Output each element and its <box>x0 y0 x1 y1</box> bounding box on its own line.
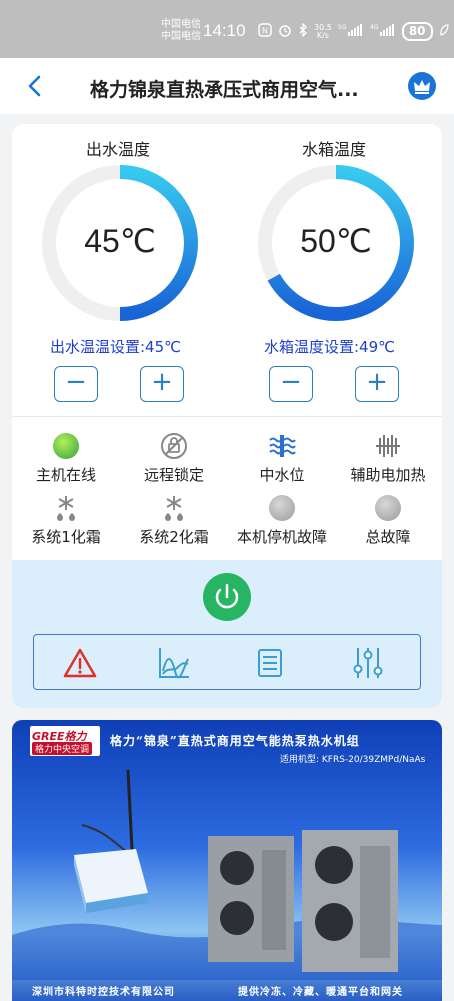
fault-dot-icon <box>269 495 295 521</box>
banner-footer-service: 提供冷冻、冷藏、暖通平台和网关 <box>238 987 403 998</box>
tank-temp-decrease-button[interactable]: − <box>269 366 313 402</box>
function-toolbar <box>33 634 421 690</box>
status-host-online: 主机在线 <box>16 430 116 485</box>
status-remote-lock: 远程锁定 <box>124 430 224 485</box>
status-unit-shutdown-fault: 本机停机故障 <box>232 492 332 547</box>
signal-5g-icon: 5G <box>338 23 364 40</box>
outlet-temp-decrease-button[interactable]: − <box>54 366 98 402</box>
online-indicator-icon <box>53 433 79 459</box>
chevron-left-icon <box>28 75 41 97</box>
curve-button[interactable] <box>156 645 192 681</box>
outlet-temp-setpoint: 出水温温设置:45℃ <box>50 338 181 356</box>
outlet-temp-label: 出水温度 <box>86 140 151 159</box>
back-button[interactable] <box>22 72 50 100</box>
carrier-labels: 中国电信 中国电信 <box>161 19 201 43</box>
net-speed: 30.5 K/s <box>314 22 332 40</box>
status-icons: N 30.5 K/s 5G 4G 80 <box>258 22 449 41</box>
vip-crown-button[interactable] <box>408 72 436 100</box>
status-system1-defrost: 系统1化霜 <box>16 492 116 547</box>
electric-heat-icon <box>376 435 400 457</box>
crown-icon <box>414 80 430 94</box>
tank-temp-label: 水箱温度 <box>302 140 367 159</box>
alarm-button[interactable] <box>62 645 98 681</box>
product-banner[interactable]: GREE格力 格力中央空调 格力“锦泉”直热式商用空气能热泵热水机组 适用机型:… <box>12 720 442 1001</box>
chart-icon <box>159 648 189 679</box>
svg-text:N: N <box>262 27 268 36</box>
carrier-1: 中国电信 <box>161 19 201 30</box>
settings-sliders-icon <box>353 648 383 678</box>
water-level-icon <box>269 435 296 457</box>
status-aux-electric-heat: 辅助电加热 <box>338 430 438 485</box>
fault-dot-icon <box>375 495 401 521</box>
outlet-temp-increase-button[interactable]: + <box>140 366 184 402</box>
status-mid-water-level: 中水位 <box>232 430 332 485</box>
leaf-icon <box>439 23 449 40</box>
defrost-icon <box>165 496 183 521</box>
bluetooth-icon <box>298 22 308 40</box>
svg-text:4G: 4G <box>370 24 379 31</box>
nav-bar: 格力锦泉直热承压式商用空气... <box>0 58 454 114</box>
tank-temp-value: 50℃ <box>300 223 372 259</box>
remote-lock-icon <box>161 433 187 459</box>
records-button[interactable] <box>252 645 288 681</box>
control-card: 出水温度 45℃ 水箱温度 50℃ 出水温温设置:45℃ 水箱温度设置:49℃ … <box>12 124 442 708</box>
alarm-icon <box>278 23 292 40</box>
control-panel <box>12 560 442 708</box>
divider <box>12 416 442 417</box>
status-system2-defrost: 系统2化霜 <box>124 492 224 547</box>
page-title: 格力锦泉直热承压式商用空气... <box>90 79 359 101</box>
status-bar: 中国电信 中国电信 14:10 N 30.5 K/s 5G 4G 80 <box>0 0 454 58</box>
warning-icon <box>63 648 97 678</box>
banner-illustration <box>12 769 442 980</box>
carrier-2: 中国电信 <box>161 31 201 42</box>
defrost-icon <box>57 496 75 521</box>
settings-button[interactable] <box>350 645 386 681</box>
banner-footer-company: 深圳市科特时控技术有限公司 <box>32 987 175 998</box>
status-general-fault: 总故障 <box>338 492 438 547</box>
tank-temp-setpoint: 水箱温度设置:49℃ <box>264 338 395 356</box>
nfc-icon: N <box>258 23 272 40</box>
power-icon <box>215 583 239 609</box>
tank-temp-increase-button[interactable]: + <box>355 366 399 402</box>
outlet-temp-value: 45℃ <box>84 223 156 259</box>
clock: 14:10 <box>203 21 246 40</box>
battery-indicator: 80 <box>401 22 433 41</box>
svg-text:5G: 5G <box>338 24 347 31</box>
list-icon <box>258 649 282 677</box>
signal-4g-icon: 4G <box>370 23 396 40</box>
power-button[interactable] <box>203 573 251 621</box>
